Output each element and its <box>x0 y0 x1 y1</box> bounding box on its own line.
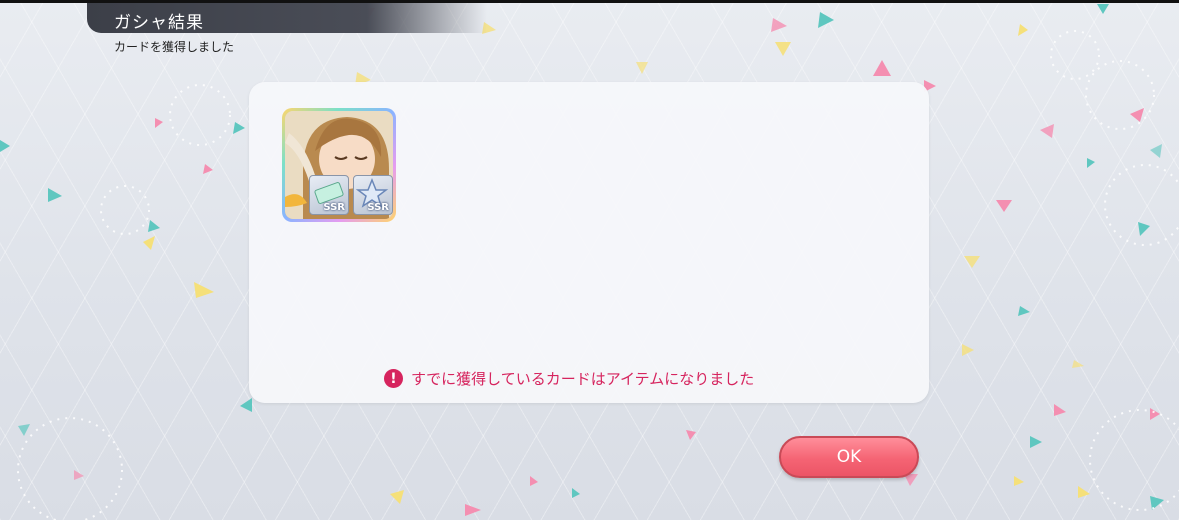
badge-rarity: SSR <box>323 202 345 213</box>
ticket-badge: SSR <box>309 175 349 215</box>
page-subtitle: カードを獲得しました <box>114 40 235 54</box>
notice-text: すでに獲得しているカードはアイテムになりました <box>411 370 755 388</box>
page-title: ガシャ結果 <box>114 13 204 33</box>
star-badge: SSR <box>353 175 393 215</box>
card-art: SSR SSR <box>285 111 393 219</box>
badge-rarity: SSR <box>367 202 389 213</box>
notice-message: ! すでに獲得しているカードはアイテムになりました <box>384 368 754 389</box>
ok-button[interactable]: OK <box>779 436 919 478</box>
card-thumbnail[interactable]: SSR SSR <box>282 108 396 222</box>
exclamation-icon: ! <box>384 369 403 388</box>
